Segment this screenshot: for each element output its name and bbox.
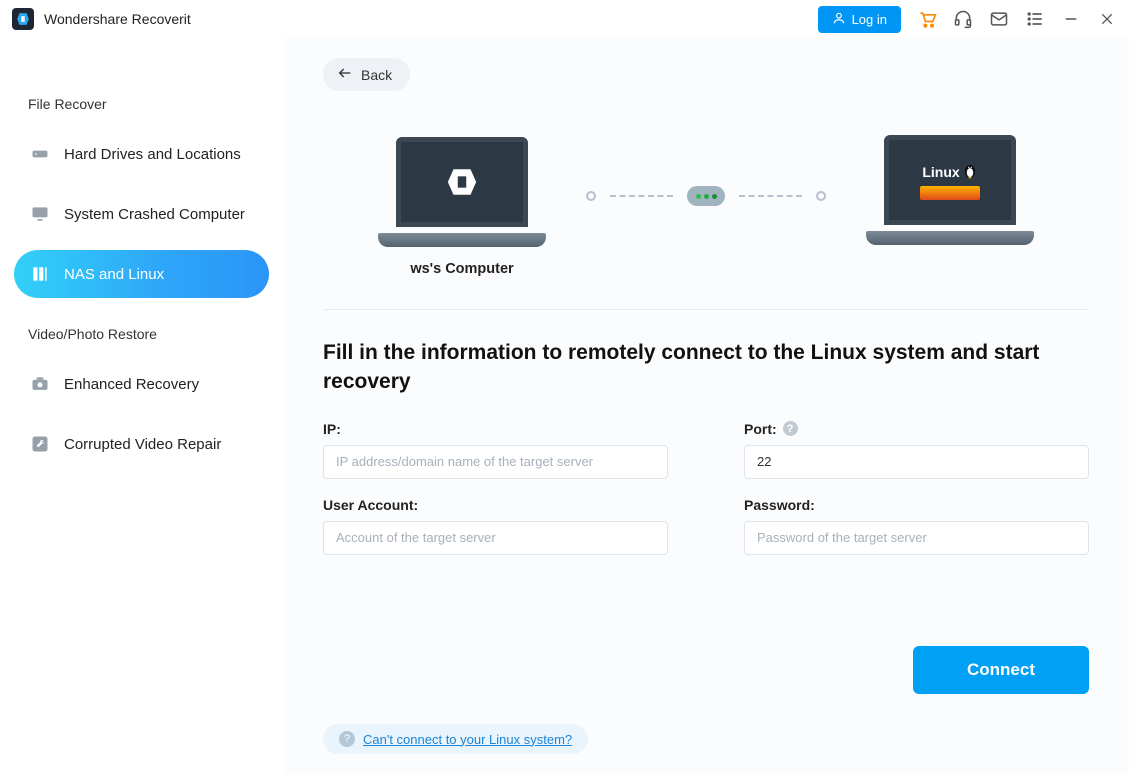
sidebar-item-label: Enhanced Recovery (64, 376, 199, 393)
ip-field-group: IP: (323, 421, 668, 479)
main-heading: Fill in the information to remotely conn… (323, 338, 1089, 397)
password-input[interactable] (744, 521, 1089, 555)
sidebar-item-label: Corrupted Video Repair (64, 436, 221, 453)
connect-label: Connect (967, 660, 1035, 679)
help-link-chip[interactable]: ? Can't connect to your Linux system? (323, 724, 588, 754)
sidebar-item-label: NAS and Linux (64, 266, 164, 283)
question-icon: ? (339, 731, 355, 747)
back-label: Back (361, 67, 392, 83)
sidebar-item-nas-linux[interactable]: NAS and Linux (14, 250, 269, 298)
port-input[interactable] (744, 445, 1089, 479)
password-field-group: Password: (744, 497, 1089, 555)
user-label: User Account: (323, 497, 668, 513)
headset-icon[interactable] (953, 9, 973, 29)
sidebar-item-enhanced-recovery[interactable]: Enhanced Recovery (14, 360, 269, 408)
titlebar-left: Wondershare Recoverit (12, 8, 191, 30)
camera-icon (30, 374, 50, 394)
sidebar-item-label: System Crashed Computer (64, 206, 245, 223)
titlebar-right: Log in (818, 6, 1117, 33)
hard-drive-icon (30, 144, 50, 164)
login-label: Log in (852, 12, 887, 27)
monitor-icon (30, 204, 50, 224)
sidebar-item-system-crashed[interactable]: System Crashed Computer (14, 190, 269, 238)
help-link-label: Can't connect to your Linux system? (363, 732, 572, 747)
sidebar-item-corrupted-video[interactable]: Corrupted Video Repair (14, 420, 269, 468)
port-help-icon[interactable]: ? (783, 421, 798, 436)
user-icon (832, 11, 846, 28)
local-pc-label: ws's Computer (410, 261, 513, 277)
connection-form: IP: Port: ? User Account: Password: (323, 421, 1089, 555)
back-button[interactable]: Back (323, 58, 410, 91)
cart-icon[interactable] (917, 9, 937, 29)
mail-icon[interactable] (989, 9, 1009, 29)
sidebar-item-hard-drives[interactable]: Hard Drives and Locations (14, 130, 269, 178)
local-computer: ws's Computer (362, 137, 562, 277)
main-panel: Back ws's Computer (283, 38, 1129, 774)
close-icon[interactable] (1097, 9, 1117, 29)
password-label: Password: (744, 497, 1089, 513)
remote-linux-computer: Linux (850, 135, 1050, 279)
app-logo-icon (12, 8, 34, 30)
sidebar: File Recover Hard Drives and Locations S… (0, 38, 283, 774)
login-button[interactable]: Log in (818, 6, 901, 33)
sidebar-section-file-recover: File Recover (28, 96, 269, 112)
app-title: Wondershare Recoverit (44, 11, 191, 27)
minimize-icon[interactable] (1061, 9, 1081, 29)
user-input[interactable] (323, 521, 668, 555)
connection-status-icon (687, 186, 725, 206)
port-label: Port: (744, 421, 777, 437)
list-icon[interactable] (1025, 9, 1045, 29)
connection-line (586, 186, 826, 206)
ip-input[interactable] (323, 445, 668, 479)
wrench-icon (30, 434, 50, 454)
connection-illustration: ws's Computer Linux (323, 135, 1089, 310)
port-field-group: Port: ? (744, 421, 1089, 479)
penguin-icon (962, 161, 978, 184)
titlebar: Wondershare Recoverit Log in (0, 0, 1129, 38)
sidebar-section-video-photo: Video/Photo Restore (28, 326, 269, 342)
connect-button[interactable]: Connect (913, 646, 1089, 694)
linux-text: Linux (922, 164, 959, 180)
arrow-left-icon (337, 65, 353, 84)
nas-icon (30, 264, 50, 284)
sidebar-item-label: Hard Drives and Locations (64, 146, 241, 163)
user-field-group: User Account: (323, 497, 668, 555)
ip-label: IP: (323, 421, 668, 437)
